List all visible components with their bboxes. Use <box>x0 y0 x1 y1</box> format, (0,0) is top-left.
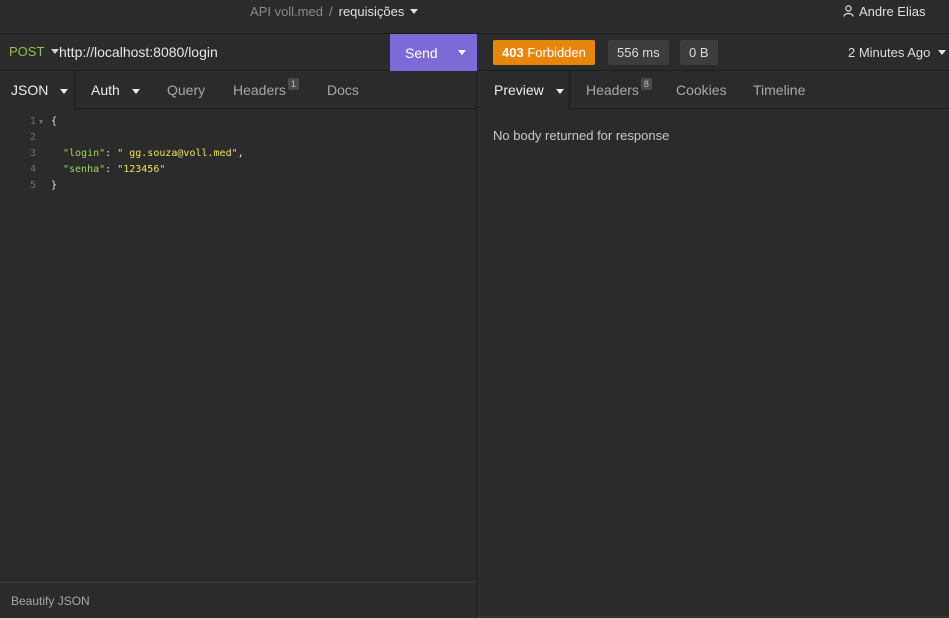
json-body-editor[interactable]: 1 ▼ { 2 3 "login": " gg.souza@voll.med",… <box>0 110 477 582</box>
tab-cookies-label: Cookies <box>676 82 727 98</box>
user-menu[interactable]: Andre Elias <box>843 2 925 20</box>
breadcrumb-current[interactable]: requisições <box>339 4 405 19</box>
response-status-bar: 403 Forbidden 556 ms 0 B 2 Minutes Ago <box>478 34 949 71</box>
send-button[interactable]: Send <box>390 34 477 71</box>
editor-line: 5 } <box>0 178 477 194</box>
tab-json[interactable]: JSON <box>11 71 69 109</box>
breadcrumb-separator: / <box>328 3 333 19</box>
tab-response-headers[interactable]: Headers 8 <box>586 71 652 109</box>
code-text: { <box>51 116 58 127</box>
tab-docs[interactable]: Docs <box>327 71 359 109</box>
tab-headers[interactable]: Headers 1 <box>233 71 299 109</box>
tab-json-label: JSON <box>11 82 49 98</box>
chevron-down-icon <box>938 50 947 55</box>
json-key: "login" <box>63 148 106 159</box>
breadcrumb: API voll.med / requisições <box>250 2 419 20</box>
editor-line: 4 "senha": "123456" <box>0 162 477 178</box>
send-options-chevron-icon[interactable] <box>458 50 466 55</box>
url-input[interactable]: http://localhost:8080/login <box>59 44 218 60</box>
response-headers-count-badge: 8 <box>640 78 652 90</box>
tab-auth-label: Auth <box>91 82 120 98</box>
request-pane: POST http://localhost:8080/login Send JS… <box>0 34 477 618</box>
response-tabs: Preview Headers 8 Cookies Timeline <box>478 71 949 110</box>
line-number: 1 <box>29 116 36 127</box>
tab-timeline[interactable]: Timeline <box>753 71 805 109</box>
line-number: 4 <box>29 164 36 175</box>
title-bar: API voll.med / requisições Andre Elias <box>0 0 949 34</box>
tab-docs-label: Docs <box>327 82 359 98</box>
editor-line: 1 ▼ { <box>0 114 477 130</box>
tab-timeline-label: Timeline <box>753 82 806 98</box>
tab-preview-label: Preview <box>494 82 544 98</box>
chevron-down-icon <box>555 88 564 94</box>
line-number: 2 <box>29 132 36 143</box>
user-icon <box>843 5 854 17</box>
method-label: POST <box>9 44 45 59</box>
code-text: "senha": "123456" <box>63 164 166 175</box>
chevron-down-icon[interactable] <box>410 8 419 14</box>
fold-arrow-icon[interactable]: ▼ <box>39 114 43 130</box>
status-badge: 403 Forbidden <box>493 40 595 65</box>
tab-query-label: Query <box>167 82 206 98</box>
method-dropdown[interactable]: POST <box>9 44 60 59</box>
divider <box>478 616 949 617</box>
empty-response-message: No body returned for response <box>493 128 670 143</box>
json-key: "senha" <box>63 164 106 175</box>
tab-preview[interactable]: Preview <box>494 71 564 109</box>
line-number: 3 <box>29 148 36 159</box>
tab-response-headers-label: Headers <box>586 82 639 98</box>
tab-cookies[interactable]: Cookies <box>676 71 727 109</box>
json-value: "123456" <box>117 164 166 175</box>
editor-line: 2 <box>0 130 477 146</box>
json-value: " gg.souza@voll.med" <box>117 148 238 159</box>
send-button-label: Send <box>405 45 438 61</box>
response-size-badge: 0 B <box>680 40 718 65</box>
url-bar: POST http://localhost:8080/login Send <box>0 34 477 71</box>
editor-footer: Beautify JSON <box>0 582 477 618</box>
code-text: "login": " gg.souza@voll.med", <box>63 148 244 159</box>
breadcrumb-project[interactable]: API voll.med <box>250 4 323 19</box>
history-label: 2 Minutes Ago <box>848 45 931 60</box>
editor-line: 3 "login": " gg.souza@voll.med", <box>0 146 477 162</box>
beautify-json-button[interactable]: Beautify JSON <box>11 594 90 608</box>
line-number: 5 <box>29 180 36 191</box>
tab-headers-label: Headers <box>233 82 286 98</box>
user-name: Andre Elias <box>859 3 926 19</box>
code-text: } <box>51 180 58 191</box>
chevron-down-icon <box>60 88 69 94</box>
response-time-badge: 556 ms <box>608 40 669 65</box>
tab-auth[interactable]: Auth <box>91 71 140 109</box>
request-tabs: JSON Auth Query Headers 1 Docs <box>0 71 477 110</box>
chevron-down-icon <box>131 88 140 94</box>
tab-query[interactable]: Query <box>167 71 205 109</box>
history-dropdown[interactable]: 2 Minutes Ago <box>848 45 947 60</box>
response-pane: 403 Forbidden 556 ms 0 B 2 Minutes Ago P… <box>478 34 949 618</box>
headers-count-badge: 1 <box>287 78 299 90</box>
